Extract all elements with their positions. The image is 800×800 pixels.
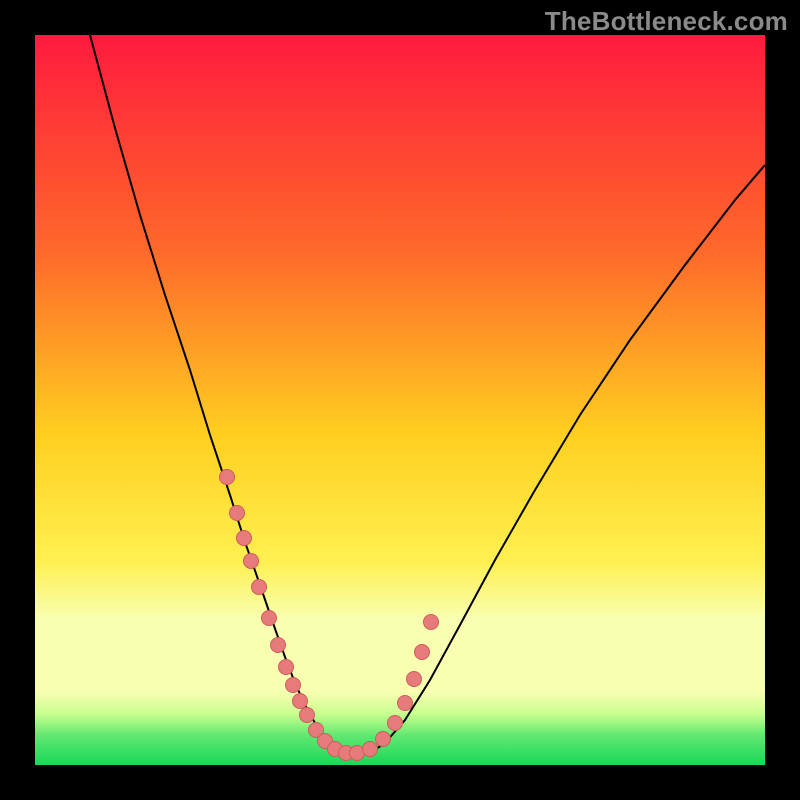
data-point [279,660,294,675]
gradient-background [35,35,765,765]
data-point [407,672,422,687]
watermark-text: TheBottleneck.com [545,6,788,37]
data-point [262,611,277,626]
data-point [376,732,391,747]
data-point [237,531,252,546]
data-point [293,694,308,709]
data-point [244,554,259,569]
data-point [230,506,245,521]
data-point [424,615,439,630]
data-point [252,580,267,595]
chart-frame: TheBottleneck.com [0,0,800,800]
data-point [398,696,413,711]
data-point [271,638,286,653]
data-point [388,716,403,731]
plot-area [35,35,765,765]
data-point [363,742,378,757]
data-point [220,470,235,485]
data-point [415,645,430,660]
bottleneck-chart [35,35,765,765]
data-point [300,708,315,723]
data-point [286,678,301,693]
